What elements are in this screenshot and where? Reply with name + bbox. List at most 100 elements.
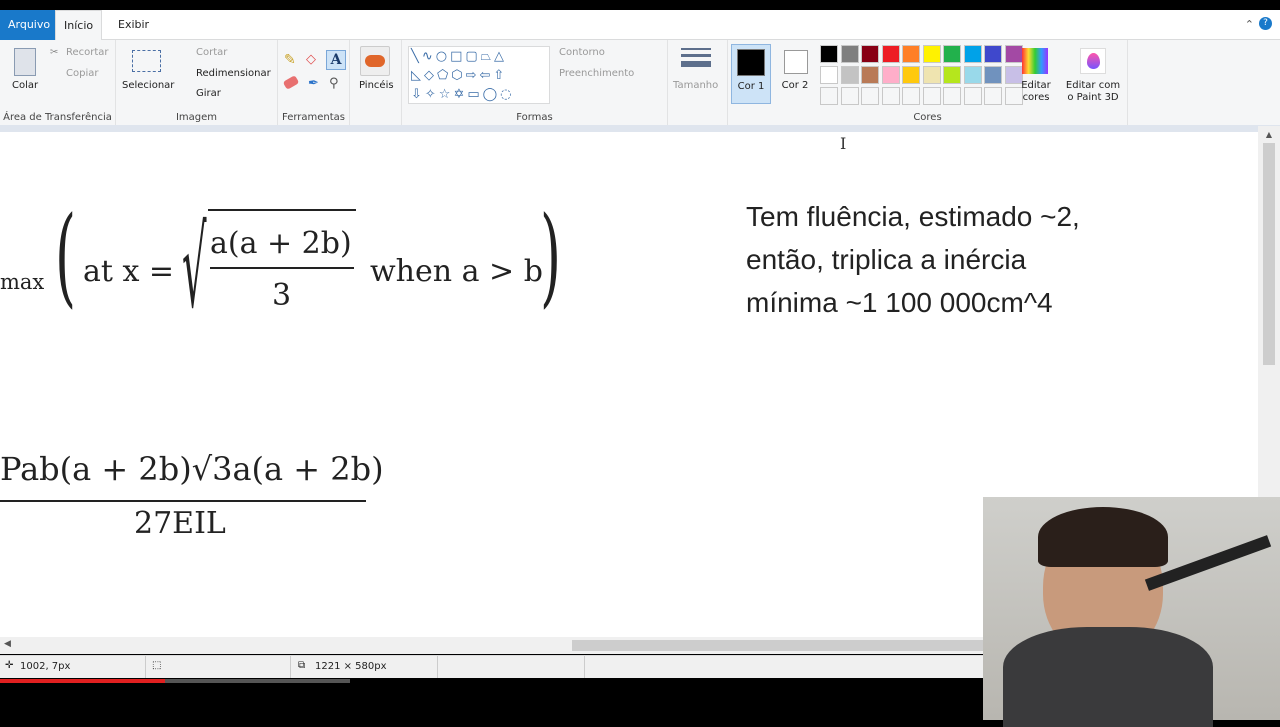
cut-button[interactable]: Recortar [66, 47, 109, 58]
person-hair [1038, 507, 1168, 567]
color-swatch[interactable] [881, 66, 900, 84]
outline-button[interactable]: Contorno [559, 47, 605, 58]
color-swatch[interactable] [861, 66, 879, 84]
ribbon-tabs: Arquivo Início Exibir ⌃ ? [0, 10, 1280, 40]
color-swatch[interactable] [922, 45, 941, 63]
color-swatch[interactable] [902, 45, 920, 63]
color-swatch[interactable] [984, 66, 1002, 84]
formula-sqrt: √ [182, 204, 207, 332]
color1-button[interactable]: Cor 1 [731, 44, 771, 104]
text-tool-icon[interactable]: A [326, 50, 346, 70]
note-line: então, triplica a inércia [746, 244, 1027, 275]
color-swatch[interactable] [820, 87, 838, 105]
color2-label: Cor 2 [781, 80, 809, 91]
color-swatch[interactable] [820, 45, 838, 63]
group-label: Formas [516, 112, 553, 123]
brushes-group: Pincéis [350, 40, 402, 125]
color-swatch[interactable] [943, 87, 961, 105]
formula-paren-right: ) [540, 194, 562, 319]
brush-icon [360, 46, 390, 76]
rotate-button[interactable]: Girar [196, 88, 221, 99]
canvas-size-icon: ⧉ [298, 660, 306, 671]
scissors-icon: ✂ [50, 47, 59, 58]
color-swatch[interactable] [881, 45, 900, 63]
group-label: Cores [913, 112, 942, 123]
canvas-size: 1221 × 580px [315, 661, 387, 672]
formula-max: max [0, 270, 45, 294]
webcam-overlay [983, 497, 1280, 727]
color-swatch[interactable] [881, 87, 900, 105]
tab-arquivo[interactable]: Arquivo [0, 10, 59, 40]
color-picker-icon[interactable]: ✒ [308, 76, 319, 91]
ribbon: Colar ✂ Recortar Copiar Área de Transfer… [0, 40, 1280, 125]
color-swatch[interactable] [943, 66, 961, 84]
sqrt-bar [208, 209, 356, 211]
fraction-line [0, 500, 366, 502]
formula-condition: when a > b [370, 254, 543, 289]
color-swatch[interactable] [984, 45, 1002, 63]
color-swatch[interactable] [963, 66, 982, 84]
help-icon[interactable]: ? [1259, 17, 1272, 30]
eraser-icon[interactable] [282, 75, 300, 90]
cursor-position-icon: ✛ [5, 660, 14, 671]
color-swatch[interactable] [963, 45, 982, 63]
group-label: Ferramentas [281, 112, 346, 123]
line-size-icon [681, 48, 711, 67]
fill-button[interactable]: Preenchimento [559, 68, 634, 79]
cursor-position: 1002, 7px [20, 661, 71, 672]
select-button[interactable]: Selecionar [122, 80, 174, 91]
size-group: Tamanho [668, 40, 728, 125]
formula-paren-left: ( [55, 194, 77, 319]
formula-numerator: a(a + 2b) [210, 226, 352, 261]
text-cursor-icon: I [840, 134, 847, 153]
edit-paint3d-button[interactable]: Editar com o Paint 3D [1064, 80, 1122, 104]
color-swatch[interactable] [902, 87, 920, 105]
color1-label: Cor 1 [737, 81, 765, 92]
canvas-border [0, 125, 1280, 132]
color-swatch[interactable] [861, 87, 879, 105]
clipboard-icon [14, 48, 36, 76]
formula2-denominator: 27EIL [134, 506, 226, 541]
tab-exibir[interactable]: Exibir [110, 10, 157, 40]
paint3d-icon [1080, 48, 1106, 74]
crop-button[interactable]: Cortar [196, 47, 227, 58]
note-line: Tem fluência, estimado ~2, [746, 201, 1080, 232]
formula-denominator: 3 [272, 278, 292, 313]
color-swatch[interactable] [984, 87, 1002, 105]
color-swatch[interactable] [922, 87, 941, 105]
collapse-ribbon-icon[interactable]: ⌃ [1245, 18, 1254, 31]
color-swatch[interactable] [840, 87, 859, 105]
color2-button[interactable]: Cor 2 [776, 44, 816, 104]
pencil-icon[interactable]: ✎ [284, 52, 296, 68]
note-line: mínima ~1 100 000cm^4 [746, 287, 1053, 318]
size-button[interactable]: Tamanho [673, 80, 718, 91]
color-swatch[interactable] [840, 66, 859, 84]
magnifier-icon[interactable]: ⚲ [329, 76, 339, 91]
color-swatch[interactable] [820, 66, 838, 84]
formula2-numerator: Pab(a + 2b)√3a(a + 2b) [0, 450, 384, 488]
tab-inicio[interactable]: Início [55, 10, 103, 40]
fill-bucket-icon[interactable]: ◇ [306, 52, 316, 67]
edit-colors-button[interactable]: Editar cores [1018, 80, 1054, 104]
color-swatch[interactable] [861, 45, 879, 63]
selection-size-icon: ⬚ [152, 660, 162, 671]
resize-button[interactable]: Redimensionar [196, 68, 271, 79]
note-text: Tem fluência, estimado ~2, então, tripli… [746, 195, 1080, 324]
select-icon [132, 50, 161, 72]
group-label: Área de Transferência [3, 112, 112, 123]
color-swatch[interactable] [902, 66, 920, 84]
color-swatch[interactable] [1004, 45, 1023, 63]
color-swatch[interactable] [963, 87, 982, 105]
brushes-button[interactable]: Pincéis [359, 80, 394, 91]
color-swatch[interactable] [943, 45, 961, 63]
group-label: Imagem [175, 112, 218, 123]
color-swatch[interactable] [922, 66, 941, 84]
fraction-line [210, 267, 354, 269]
shapes-gallery[interactable]: ╲∿○□▢⏢△ ◺◇⬠⬡⇨⇦⇧ ⇩✧☆✡▭◯◌ [408, 46, 550, 104]
clipboard-group: Colar ✂ Recortar Copiar Área de Transfer… [0, 40, 116, 125]
copy-button[interactable]: Copiar [66, 68, 98, 79]
video-progress-bar [0, 679, 165, 683]
formula-at-x: at x = [83, 254, 175, 289]
paste-button[interactable]: Colar [12, 80, 38, 91]
color-swatch[interactable] [840, 45, 859, 63]
